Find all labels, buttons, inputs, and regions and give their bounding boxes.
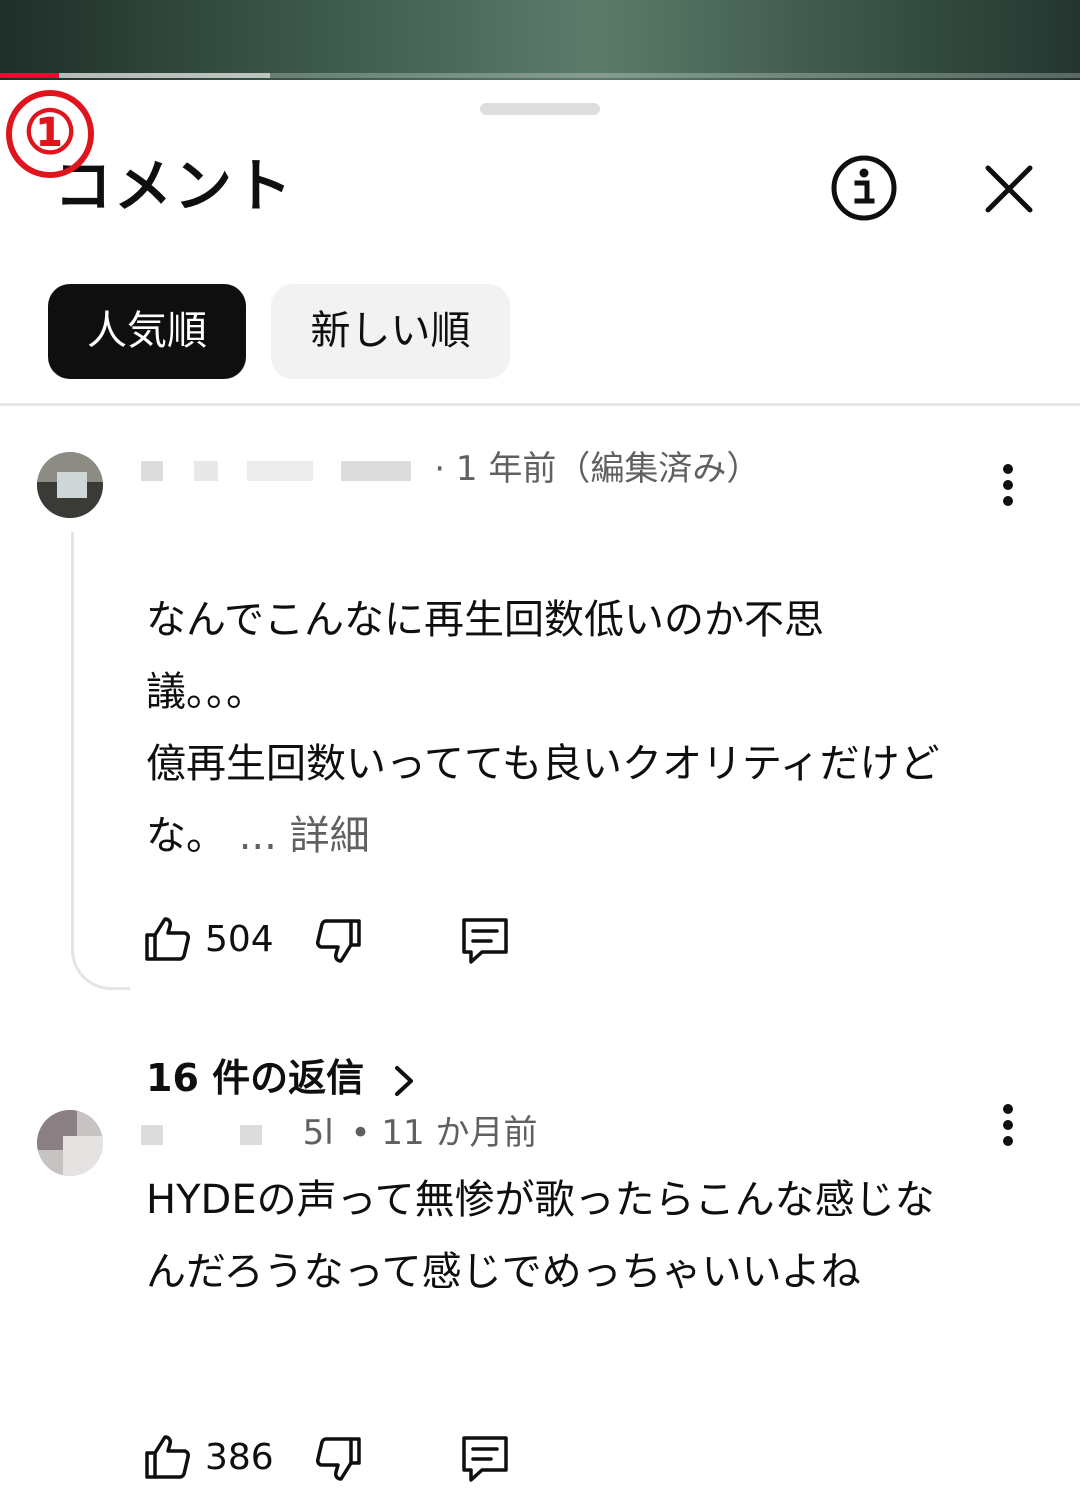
divider bbox=[0, 403, 1080, 406]
replies-button[interactable]: 16 件の返信 bbox=[146, 1048, 417, 1108]
comment-line: 億再生回数いってても良いクオリティだけど bbox=[146, 741, 940, 787]
replies-label: 16 件の返信 bbox=[146, 1056, 365, 1100]
comment-timestamp: 1 年前（編集済み） bbox=[455, 449, 761, 489]
reply-icon[interactable] bbox=[458, 914, 512, 968]
read-more-link[interactable]: ... 詳細 bbox=[239, 813, 370, 859]
sort-tab-top[interactable]: 人気順 bbox=[48, 284, 246, 379]
more-options-button[interactable] bbox=[988, 1100, 1028, 1154]
reply-icon[interactable] bbox=[458, 1432, 512, 1486]
comment-line: 議。。。 bbox=[146, 669, 266, 715]
more-vert-icon bbox=[1003, 464, 1013, 506]
like-icon[interactable] bbox=[143, 914, 193, 964]
comment-actions: 386 bbox=[143, 1428, 543, 1488]
progress-played bbox=[0, 73, 60, 78]
comments-sheet: コメント ① 人気順 新しい順 · 1 年前（編集済み） なんでこんなに再生回数… bbox=[0, 80, 1080, 1482]
comment-item: · 1 年前（編集済み） なんでこんなに再生回数低いのか不思 議。。。 億再生回… bbox=[0, 442, 1080, 1100]
comment-line: な。 bbox=[146, 813, 226, 859]
like-icon[interactable] bbox=[143, 1432, 193, 1482]
dislike-icon[interactable] bbox=[313, 916, 363, 966]
progress-bar[interactable] bbox=[0, 73, 1080, 78]
comment-timestamp: 11 か月前 bbox=[381, 1113, 538, 1153]
comment-meta: 5l • 11 か月前 bbox=[141, 1108, 537, 1158]
close-icon bbox=[985, 165, 1033, 213]
video-player-strip[interactable] bbox=[0, 0, 1080, 80]
close-button[interactable] bbox=[978, 158, 1040, 220]
avatar[interactable] bbox=[37, 452, 103, 518]
info-icon bbox=[831, 155, 897, 221]
page-title: コメント bbox=[54, 152, 295, 220]
annotation-marker: ① bbox=[6, 90, 94, 178]
like-count: 504 bbox=[205, 919, 274, 960]
comment-text: HYDEの声って無惨が歌ったらこんな感じな んだろうなって感じでめっちゃいいよね bbox=[146, 1164, 1006, 1308]
author-censored[interactable] bbox=[141, 1124, 163, 1145]
comment-actions: 504 bbox=[143, 910, 543, 970]
comment-meta: · 1 年前（編集済み） bbox=[141, 444, 760, 494]
comment-line: なんでこんなに再生回数低いのか不思 bbox=[146, 597, 824, 643]
thread-line bbox=[71, 532, 130, 990]
comment-item: 5l • 11 か月前 HYDEの声って無惨が歌ったらこんな感じな んだろうなっ… bbox=[0, 1100, 1080, 1482]
dislike-icon[interactable] bbox=[313, 1434, 363, 1484]
comment-line: んだろうなって感じでめっちゃいいよね bbox=[146, 1249, 861, 1295]
like-count: 386 bbox=[205, 1437, 274, 1478]
author-name-suffix: 5l bbox=[302, 1113, 334, 1153]
avatar[interactable] bbox=[37, 1110, 103, 1176]
chevron-right-icon bbox=[395, 1065, 414, 1096]
comment-text: なんでこんなに再生回数低いのか不思 議。。。 億再生回数いってても良いクオリティ… bbox=[146, 584, 1006, 872]
more-options-button[interactable] bbox=[988, 460, 1028, 514]
sort-tab-newest[interactable]: 新しい順 bbox=[271, 284, 510, 379]
drag-handle[interactable] bbox=[480, 103, 600, 115]
comment-line: HYDEの声って無惨が歌ったらこんな感じな bbox=[146, 1177, 935, 1223]
more-vert-icon bbox=[1003, 1104, 1013, 1146]
author-censored[interactable] bbox=[141, 460, 163, 481]
info-button[interactable] bbox=[828, 152, 900, 224]
